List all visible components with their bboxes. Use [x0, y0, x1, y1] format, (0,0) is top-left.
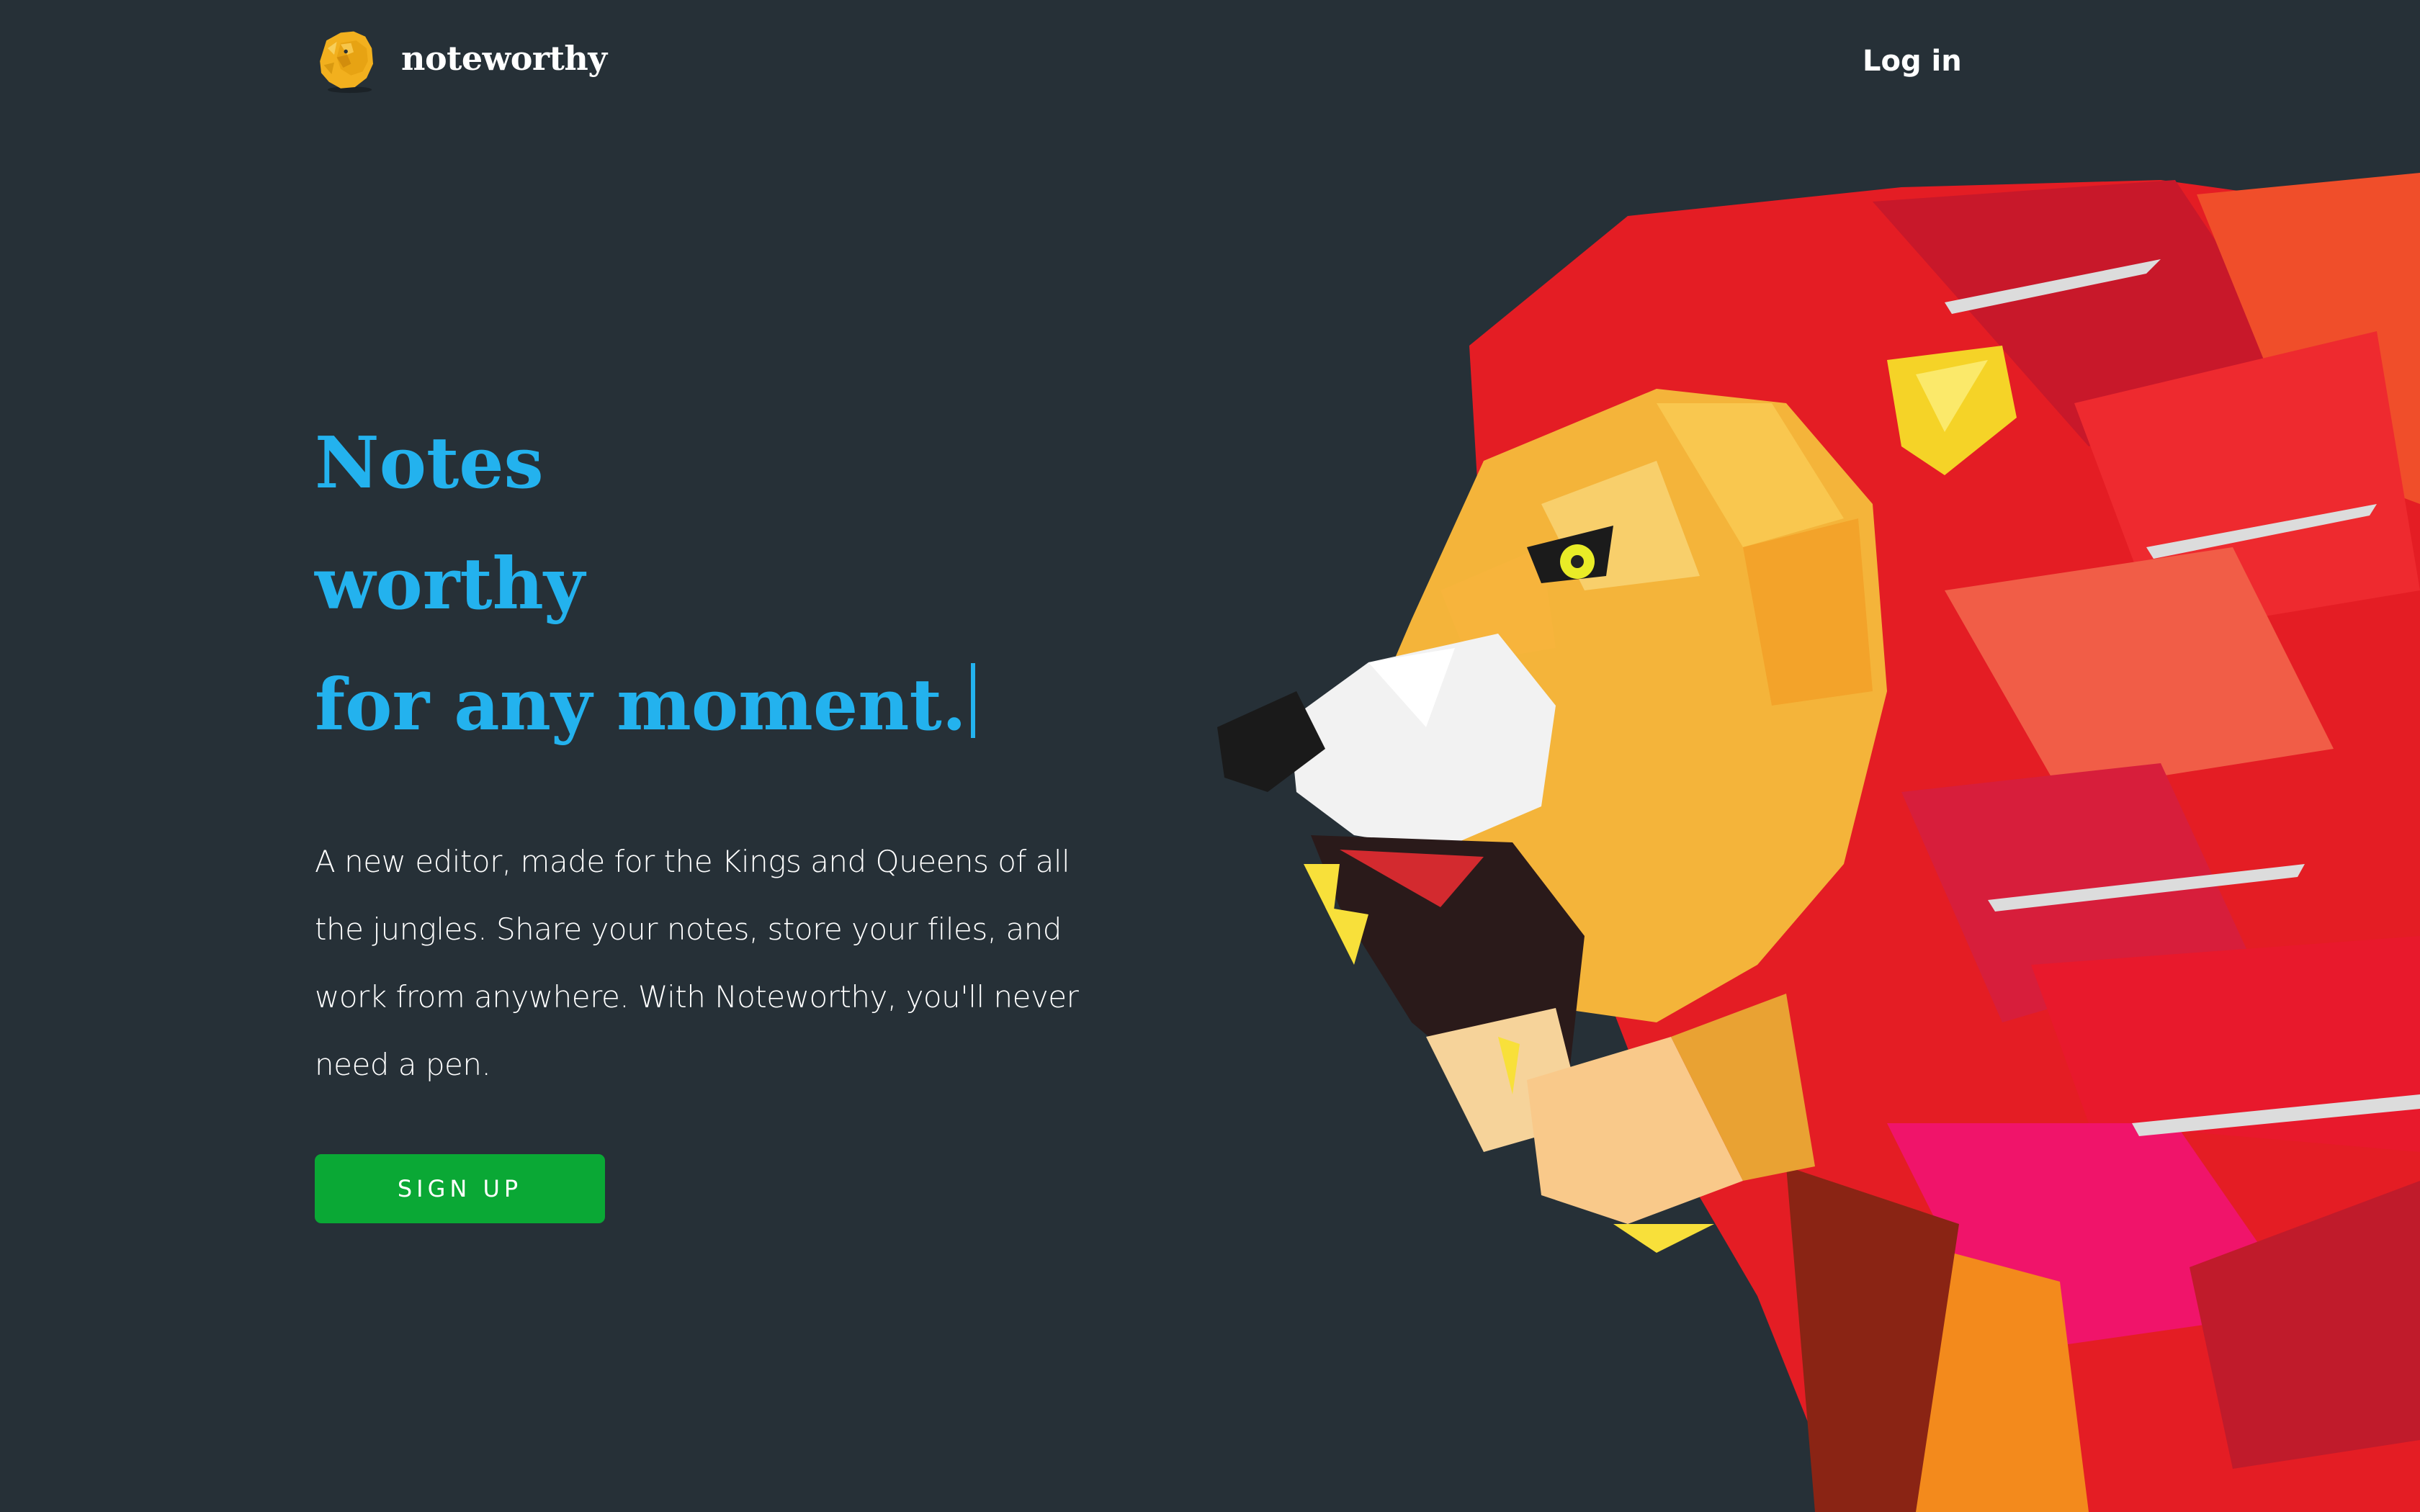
login-link[interactable]: Log in	[1863, 45, 1962, 78]
hero-section: Notes worthy for any moment.	[315, 403, 1251, 766]
headline-line-1: Notes	[315, 422, 544, 505]
hero-headline: Notes worthy for any moment.	[315, 403, 1251, 766]
typing-caret	[970, 663, 975, 738]
hero-description: A new editor, made for the Kings and Que…	[315, 844, 1079, 1082]
sign-up-button[interactable]: SIGN UP	[315, 1154, 605, 1223]
headline-line-2: worthy	[315, 543, 585, 626]
brand-home-link[interactable]: noteworthy	[315, 29, 607, 94]
headline-line-3: for any moment.	[315, 645, 1251, 766]
brand-name: noteworthy	[401, 39, 607, 78]
site-header: noteworthy Log in	[0, 0, 2420, 130]
headline-line-3-text: for any moment.	[315, 664, 967, 747]
lion-head-icon	[320, 31, 373, 94]
low-poly-lion-illustration	[1217, 173, 2420, 1512]
